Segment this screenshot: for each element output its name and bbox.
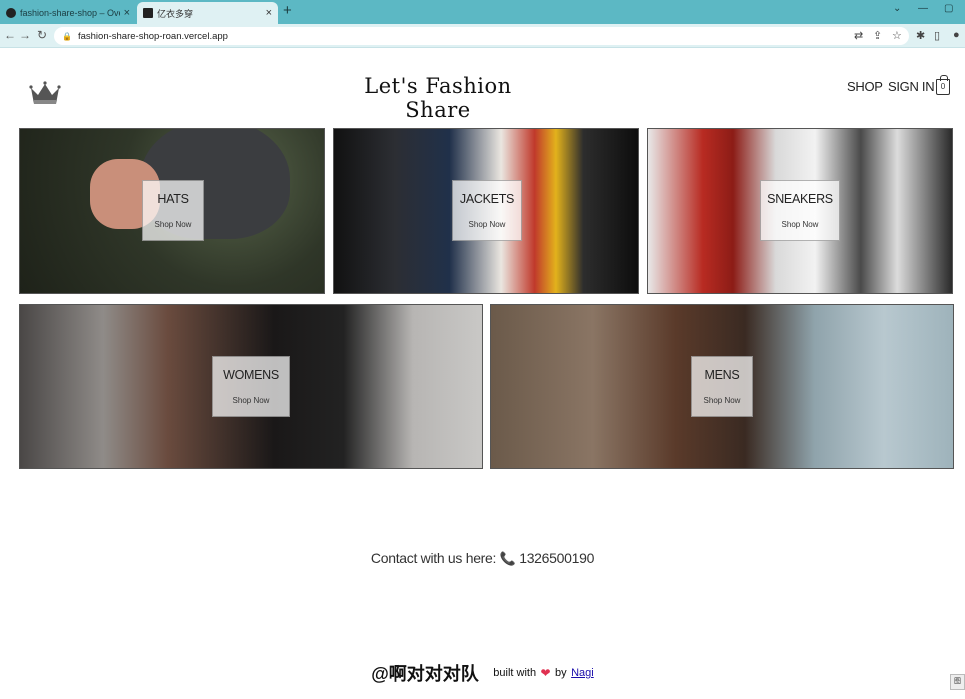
minimize-button[interactable]: — xyxy=(918,3,928,14)
shop-now-link[interactable]: Shop Now xyxy=(233,396,270,405)
brand-title[interactable]: Let's Fashion Share xyxy=(338,74,538,122)
shop-now-link[interactable]: Shop Now xyxy=(782,220,819,229)
address-bar-row: ← → ↻ 🔒 fashion-share-shop-roan.vercel.a… xyxy=(0,24,965,48)
sidebar-icon[interactable]: ▯ xyxy=(934,29,940,42)
crown-icon[interactable] xyxy=(29,78,61,108)
category-tile-mens[interactable]: MENS Shop Now xyxy=(490,304,954,469)
corner-badge[interactable]: 图 xyxy=(950,674,965,690)
shop-now-link[interactable]: Shop Now xyxy=(704,396,741,405)
site-footer: @啊对对对队 built with ❤ by Nagi xyxy=(0,660,965,686)
shopping-bag-icon[interactable]: 0 xyxy=(936,75,950,95)
category-label[interactable]: HATS Shop Now xyxy=(142,180,204,241)
tab-close-icon[interactable]: × xyxy=(124,7,130,19)
lock-icon[interactable]: 🔒 xyxy=(62,32,72,41)
share-icon[interactable]: ⇪ xyxy=(873,29,882,42)
by-text: by xyxy=(555,667,567,679)
page-favicon-icon xyxy=(143,8,153,18)
profile-icon[interactable]: ● xyxy=(953,29,960,41)
tab-strip: fashion-share-shop – Overvie × 亿衣多穿 × + … xyxy=(0,0,965,24)
tab-active[interactable]: 亿衣多穿 × xyxy=(137,2,278,24)
sign-in-link[interactable]: SIGN IN xyxy=(888,79,935,94)
shop-now-link[interactable]: Shop Now xyxy=(469,220,506,229)
category-label[interactable]: MENS Shop Now xyxy=(691,356,753,417)
extensions-icon[interactable]: ✱ xyxy=(916,29,925,42)
tab-overview[interactable]: fashion-share-shop – Overvie × xyxy=(0,2,136,24)
tab-title: 亿衣多穿 xyxy=(157,8,194,19)
category-tile-womens[interactable]: WOMENS Shop Now xyxy=(19,304,483,469)
shop-link[interactable]: SHOP xyxy=(847,79,883,94)
category-name: WOMENS xyxy=(223,368,279,382)
phone-icon: 📞 xyxy=(499,551,516,566)
category-label[interactable]: WOMENS Shop Now xyxy=(212,356,290,417)
category-tile-hats[interactable]: HATS Shop Now xyxy=(19,128,325,294)
category-label[interactable]: JACKETS Shop Now xyxy=(452,180,522,241)
contact-number: 1326500190 xyxy=(519,550,595,566)
category-tile-jackets[interactable]: JACKETS Shop Now xyxy=(333,128,639,294)
star-icon[interactable]: ☆ xyxy=(892,29,902,42)
contact-line: Contact with us here: 📞 1326500190 xyxy=(0,550,965,567)
maximize-button[interactable]: ▢ xyxy=(944,3,953,14)
back-arrow-icon[interactable]: ← xyxy=(4,28,16,42)
tab-title: fashion-share-shop – Overvie xyxy=(20,8,120,18)
url-field[interactable]: 🔒 fashion-share-shop-roan.vercel.app xyxy=(54,27,909,45)
category-tile-sneakers[interactable]: SNEAKERS Shop Now xyxy=(647,128,953,294)
category-name: HATS xyxy=(157,192,189,206)
category-name: JACKETS xyxy=(459,192,515,206)
new-tab-button[interactable]: + xyxy=(283,2,292,19)
cart-count: 0 xyxy=(940,82,946,91)
forward-arrow-icon[interactable]: → xyxy=(19,28,31,42)
site-header: Let's Fashion Share SHOP SIGN IN xyxy=(0,48,965,128)
url-text: fashion-share-shop-roan.vercel.app xyxy=(77,30,228,42)
heart-icon: ❤ xyxy=(540,666,551,680)
shop-now-link[interactable]: Shop Now xyxy=(155,220,192,229)
vercel-favicon-icon xyxy=(6,8,16,18)
translate-icon[interactable]: ⇄ xyxy=(854,29,863,42)
category-name: SNEAKERS xyxy=(767,192,833,206)
author-link[interactable]: Nagi xyxy=(571,667,594,679)
category-label[interactable]: SNEAKERS Shop Now xyxy=(760,180,840,241)
category-name: MENS xyxy=(704,368,740,382)
reload-icon[interactable]: ↻ xyxy=(37,28,47,42)
built-with-text: built with xyxy=(493,667,537,679)
contact-text: Contact with us here: xyxy=(370,550,497,566)
tab-search-icon[interactable]: ⌄ xyxy=(893,3,901,14)
team-name: @啊对对对队 xyxy=(371,664,479,684)
tab-close-icon[interactable]: × xyxy=(266,7,272,19)
